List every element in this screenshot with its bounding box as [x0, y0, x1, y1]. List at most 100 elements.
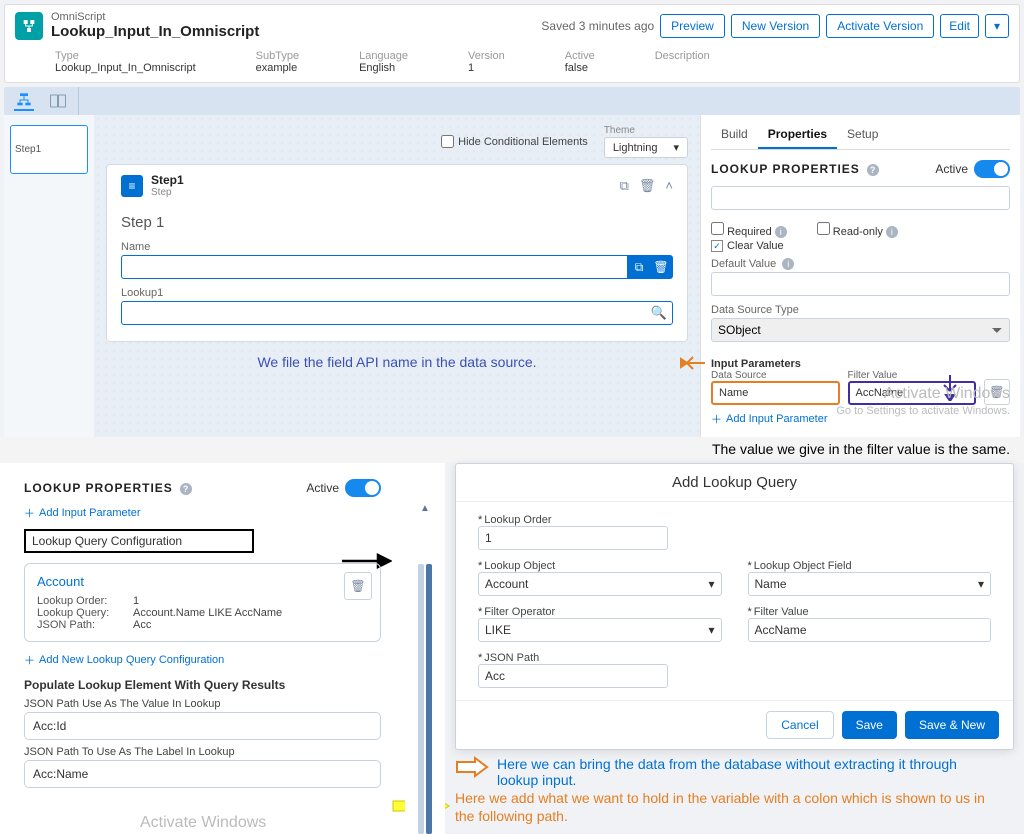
info-icon[interactable]: i — [782, 258, 794, 270]
annotation-filtervalue: The value we give in the filter value is… — [0, 437, 1024, 463]
omniscript-app-icon — [15, 12, 43, 40]
arrow-right-icon — [455, 756, 489, 778]
filter-operator-label: Filter Operator — [478, 606, 722, 618]
lookup-name-input[interactable] — [711, 186, 1010, 210]
section-title: LOOKUP PROPERTIES — [24, 481, 173, 495]
lookup-input[interactable] — [121, 301, 673, 325]
readonly-label: Read-only — [833, 226, 883, 238]
readonly-checkbox[interactable] — [817, 222, 830, 235]
collapse-icon[interactable]: ˄ — [665, 178, 673, 194]
delete-query-button[interactable]: 🗑 — [344, 572, 372, 600]
info-icon[interactable]: i — [775, 226, 787, 238]
step-card: ≡ Step1 Step ⧉ 🗑 ˄ Step 1 Name — [106, 164, 688, 342]
tab-properties[interactable]: Properties — [758, 121, 837, 149]
split-view-icon[interactable] — [48, 91, 68, 111]
meta-type-label: Type — [55, 50, 196, 62]
hide-conditional-checkbox[interactable]: Hide Conditional Elements — [441, 135, 588, 148]
step-nav-item[interactable]: Step1 — [10, 125, 88, 174]
kv-key: Lookup Query: — [37, 607, 133, 619]
annotation-orange: lookup input. — [497, 772, 957, 788]
modal-filter-value-input[interactable]: AccName — [748, 618, 992, 642]
watermark: Activate Windows — [140, 814, 266, 832]
lookup-order-input[interactable]: 1 — [478, 526, 668, 550]
preview-button[interactable]: Preview — [660, 14, 725, 38]
mode-bar — [4, 87, 1020, 115]
name-input[interactable] — [121, 255, 628, 279]
new-version-button[interactable]: New Version — [731, 14, 820, 38]
lookup-object-label: Lookup Object — [478, 560, 722, 572]
meta-language-label: Language — [359, 50, 408, 62]
properties-tabs: Build Properties Setup — [711, 121, 1010, 150]
jsonpath-label-input[interactable]: Acc:Name — [24, 760, 381, 788]
delete-icon[interactable]: 🗑 — [639, 178, 656, 194]
meta-subtype-value: example — [256, 62, 299, 74]
add-lookup-query-link[interactable]: ＋ Add New Lookup Query Configuration — [24, 652, 381, 668]
section-title: LOOKUP PROPERTIES — [711, 162, 860, 176]
kv-val: Account.Name LIKE AccName — [133, 607, 282, 619]
help-icon[interactable]: ? — [180, 483, 192, 495]
jsonpath-label: JSON Path — [478, 652, 991, 664]
copy-icon[interactable]: ⧉ — [628, 256, 650, 278]
scrollbar-gutter: ▲ — [405, 463, 445, 834]
breadcrumb: OmniScript — [51, 11, 259, 23]
delete-icon[interactable]: 🗑 — [650, 256, 672, 278]
edit-menu-button[interactable]: ▾ — [985, 14, 1009, 38]
page-header: OmniScript Lookup_Input_In_Omniscript Sa… — [4, 4, 1020, 83]
datasourcetype-label: Data Source Type — [711, 304, 1010, 316]
theme-select[interactable]: Lightning▾ — [604, 137, 688, 158]
tab-setup[interactable]: Setup — [837, 121, 888, 149]
step-navigator: Step1 — [4, 115, 94, 437]
chevron-down-icon: ▾ — [673, 141, 679, 154]
modal-title: Add Lookup Query — [456, 464, 1013, 502]
activate-version-button[interactable]: Activate Version — [826, 14, 934, 38]
name-field-label: Name — [121, 241, 673, 253]
clearvalue-checkbox[interactable]: ✓ — [711, 240, 723, 252]
add-input-parameter-link[interactable]: ＋ Add Input Parameter — [711, 411, 1010, 427]
edit-button[interactable]: Edit — [940, 14, 979, 38]
lookup-order-label: Lookup Order — [478, 514, 991, 526]
search-icon[interactable]: 🔍 — [651, 305, 667, 321]
kv-key: JSON Path: — [37, 619, 133, 631]
add-input-parameter-link[interactable]: ＋ Add Input Parameter — [24, 505, 381, 521]
scroll-up-icon[interactable]: ▲ — [420, 503, 430, 514]
meta-language-value: English — [359, 62, 408, 74]
copy-icon[interactable]: ⧉ — [620, 178, 629, 194]
datasource-input[interactable]: Name — [711, 381, 840, 405]
saved-indicator: Saved 3 minutes ago — [541, 19, 654, 33]
lookup-object-select[interactable]: Account▾ — [478, 572, 722, 596]
tree-view-icon[interactable] — [14, 91, 34, 111]
active-label: Active — [306, 481, 339, 495]
jsonpath-label-label: JSON Path To Use As The Label In Lookup — [24, 746, 381, 758]
chevron-down-icon: ▾ — [708, 623, 714, 637]
cancel-button[interactable]: Cancel — [766, 711, 833, 739]
lookup-object-field-select[interactable]: Name▾ — [748, 572, 992, 596]
jsonpath-input[interactable]: Acc — [478, 664, 668, 688]
step-body-title: Step 1 — [121, 214, 673, 231]
page-title: Lookup_Input_In_Omniscript — [51, 23, 259, 40]
jsonpath-value-input[interactable]: Acc:Id — [24, 712, 381, 740]
kv-key: Lookup Order: — [37, 595, 133, 607]
lookup-object-field-label: Lookup Object Field — [748, 560, 992, 572]
active-toggle[interactable] — [345, 479, 381, 497]
required-checkbox[interactable] — [711, 222, 724, 235]
annotation-orange: Here we can bring the data from the data… — [497, 756, 957, 772]
save-and-new-button[interactable]: Save & New — [905, 711, 999, 739]
help-icon[interactable]: ? — [867, 164, 879, 176]
active-toggle[interactable] — [974, 160, 1010, 178]
save-button[interactable]: Save — [842, 711, 897, 739]
delete-param-button[interactable]: 🗑 — [984, 379, 1010, 405]
datasourcetype-select[interactable]: SObject — [711, 318, 1010, 342]
step-name: Step1 — [151, 173, 184, 187]
chevron-down-icon: ▾ — [708, 577, 714, 591]
hide-conditional-label: Hide Conditional Elements — [458, 136, 588, 148]
meta-version-label: Version — [468, 50, 505, 62]
meta-version-value: 1 — [468, 62, 505, 74]
tab-build[interactable]: Build — [711, 121, 758, 149]
annotation-yellow: Here we add what we want to hold in the … — [455, 790, 1014, 806]
default-value-input[interactable] — [711, 272, 1010, 296]
active-label: Active — [935, 162, 968, 176]
filter-operator-select[interactable]: LIKE▾ — [478, 618, 722, 642]
annotation-yellow: the following path. — [455, 808, 1014, 824]
info-icon[interactable]: i — [886, 226, 898, 238]
arrow-left-icon — [677, 353, 707, 373]
